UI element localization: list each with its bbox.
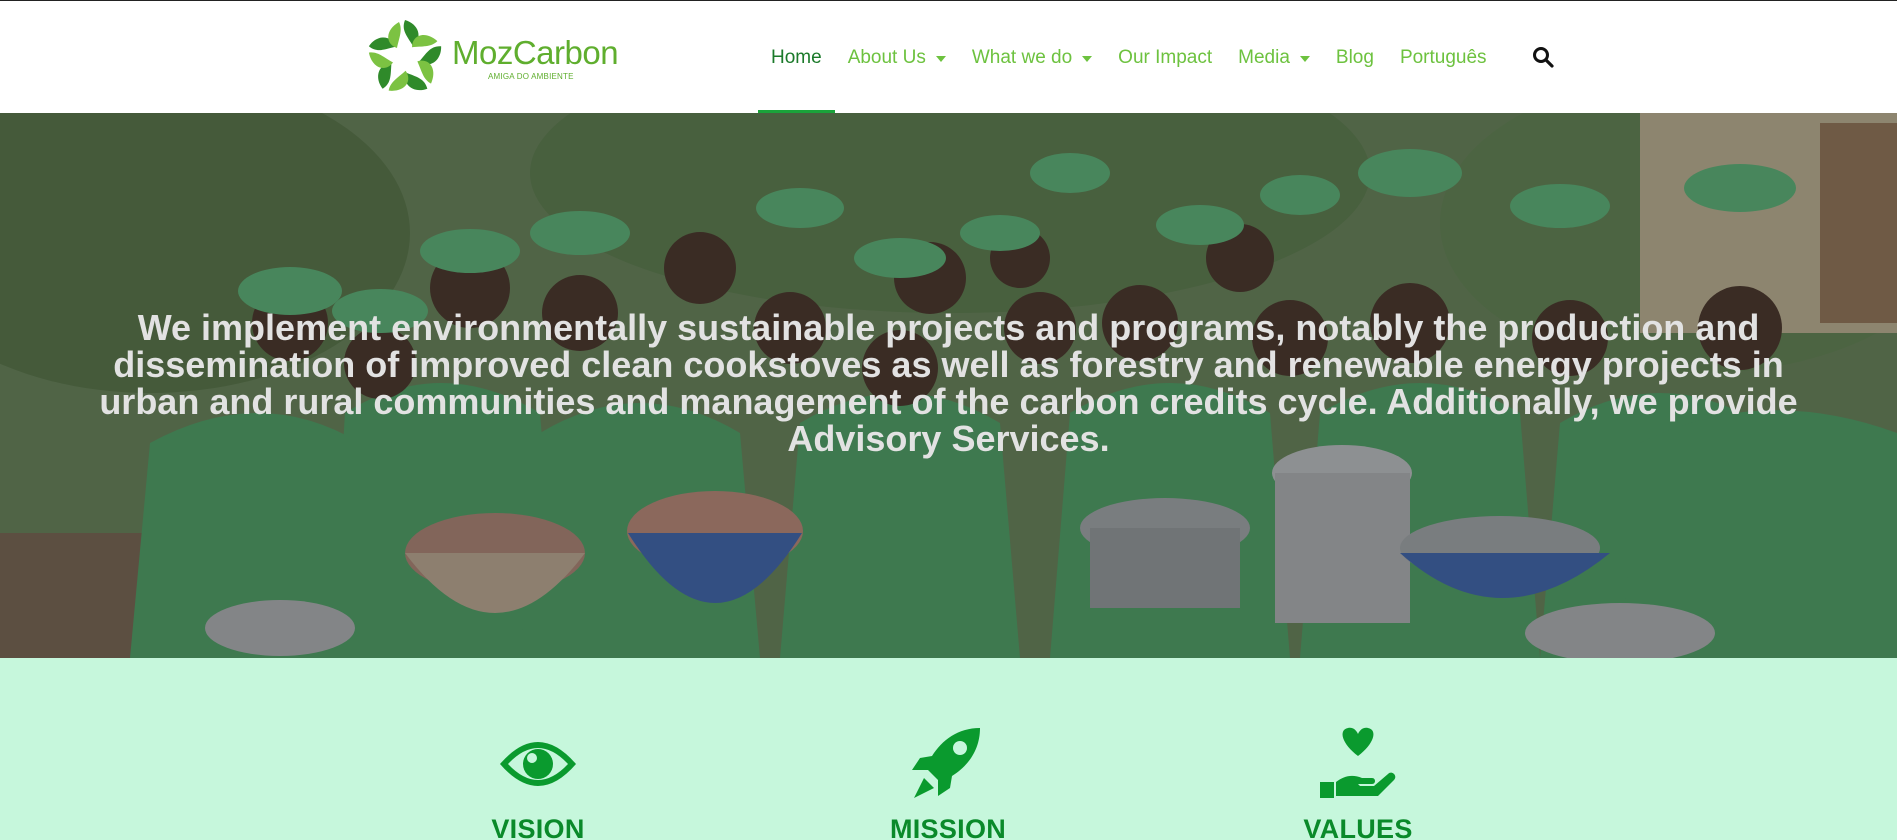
values-block: VALUES bbox=[1258, 726, 1458, 840]
hand-holding-heart-icon bbox=[1320, 727, 1396, 798]
nav-our-impact-label: Our Impact bbox=[1118, 46, 1213, 68]
nav-home-label: Home bbox=[771, 46, 822, 68]
nav-portugues[interactable]: Português bbox=[1387, 1, 1500, 114]
brand-logo[interactable]: MozCarbon AMIGA DO AMBIENTE bbox=[364, 15, 624, 101]
nav-about-us[interactable]: About Us bbox=[835, 1, 959, 114]
main-nav: Home About Us What we do Our Impact Medi… bbox=[758, 1, 1500, 114]
nav-about-us-label: About Us bbox=[847, 46, 926, 68]
eye-icon bbox=[500, 742, 576, 786]
site-header: MozCarbon AMIGA DO AMBIENTE Home About U… bbox=[0, 0, 1897, 114]
nav-blog[interactable]: Blog bbox=[1323, 1, 1387, 114]
nav-portugues-label: Português bbox=[1399, 46, 1487, 68]
nav-what-we-do-label: What we do bbox=[971, 46, 1073, 68]
brand-tagline: AMIGA DO AMBIENTE bbox=[488, 71, 574, 81]
nav-our-impact[interactable]: Our Impact bbox=[1105, 1, 1225, 114]
values-title: VALUES bbox=[1303, 814, 1413, 840]
rocket-icon bbox=[912, 728, 980, 798]
nav-home[interactable]: Home bbox=[758, 1, 835, 114]
nav-media[interactable]: Media bbox=[1225, 1, 1323, 114]
brand-text: MozCarbon AMIGA DO AMBIENTE bbox=[452, 33, 619, 81]
search-button[interactable] bbox=[1531, 45, 1555, 69]
vision-title: VISION bbox=[491, 814, 585, 840]
chevron-down-icon bbox=[1082, 55, 1093, 62]
nav-blog-label: Blog bbox=[1335, 46, 1374, 68]
leaf-wreath-icon bbox=[368, 20, 442, 91]
mission-block: MISSION bbox=[848, 726, 1048, 840]
vision-mission-values-section: VISION MISSION VALUES bbox=[0, 658, 1897, 840]
hero-banner: We implement environmentally sustainable… bbox=[0, 113, 1897, 658]
vision-block: VISION bbox=[438, 726, 638, 840]
chevron-down-icon bbox=[935, 55, 946, 62]
nav-media-label: Media bbox=[1238, 46, 1290, 68]
search-icon bbox=[1533, 47, 1554, 68]
nav-what-we-do[interactable]: What we do bbox=[959, 1, 1105, 114]
mission-title: MISSION bbox=[889, 814, 1007, 840]
chevron-down-icon bbox=[1299, 55, 1310, 62]
brand-name: MozCarbon bbox=[452, 33, 619, 71]
hero-statement: We implement environmentally sustainable… bbox=[99, 307, 1798, 459]
